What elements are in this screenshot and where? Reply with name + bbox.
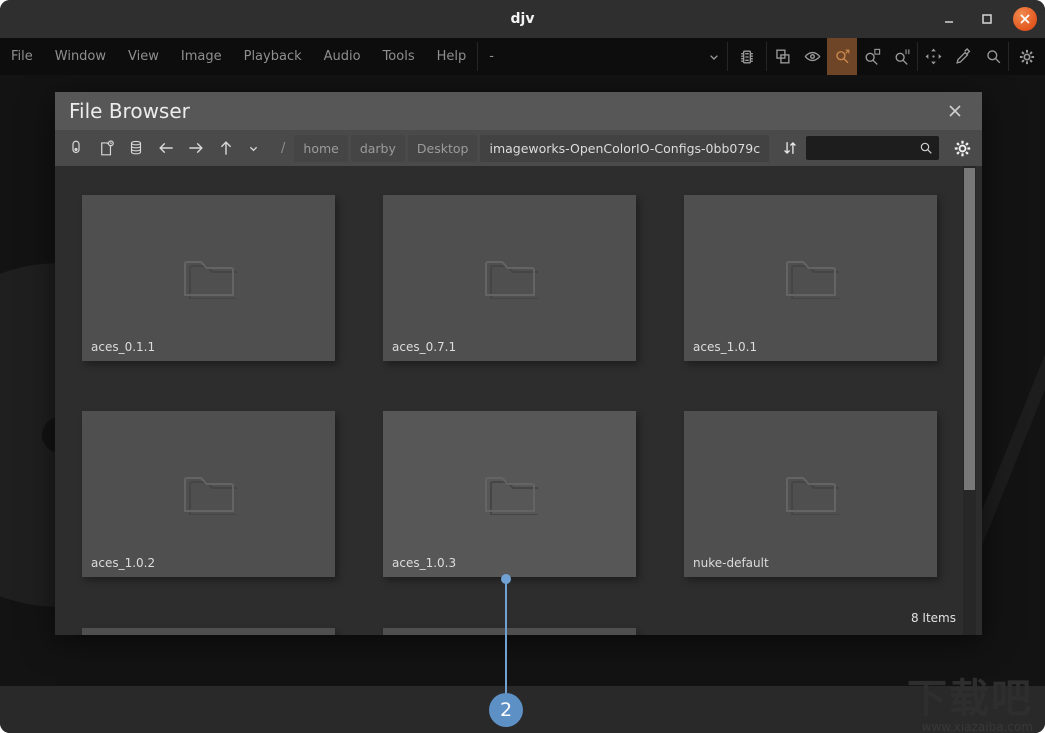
- back-arrow-icon[interactable]: [151, 133, 181, 163]
- dialog-title: File Browser: [69, 99, 190, 123]
- view-toolbar: [701, 38, 1045, 75]
- breadcrumb-current[interactable]: imageworks-OpenColorIO-Configs-0bb079c: [480, 134, 770, 162]
- folder-name: nuke-default: [693, 556, 769, 570]
- color-picker-icon[interactable]: [948, 38, 978, 75]
- window-title: djv: [510, 11, 535, 27]
- menu-item[interactable]: Tools: [372, 38, 426, 75]
- zoom-actual-icon[interactable]: [887, 38, 917, 75]
- folder-tile[interactable]: nuke-default: [684, 411, 937, 577]
- chevron-down-icon[interactable]: [241, 133, 265, 163]
- up-arrow-icon[interactable]: [211, 133, 241, 163]
- drives-icon[interactable]: [121, 133, 151, 163]
- scrollbar-track[interactable]: [963, 166, 976, 635]
- file-browser-dialog: File Browser / home darby Desktop imagew…: [55, 92, 982, 635]
- menu-item-extra[interactable]: -: [478, 38, 505, 75]
- search-container: [806, 136, 939, 160]
- annotation-line: [505, 580, 507, 694]
- folder-tile[interactable]: aces_1.0.1: [684, 195, 937, 361]
- recent-files-icon[interactable]: [91, 133, 121, 163]
- minimize-button[interactable]: [937, 7, 961, 31]
- breadcrumb: / home darby Desktop imageworks-OpenColo…: [275, 134, 770, 162]
- annotation-badge: 2: [489, 693, 523, 727]
- search-icon: [918, 140, 934, 160]
- folder-name: aces_1.0.1: [693, 340, 758, 354]
- scrollbar-thumb[interactable]: [964, 168, 975, 490]
- file-grid: aces_0.1.1 aces_0.7.1 aces_1.0.1 aces_1.…: [55, 166, 982, 635]
- image-controls-icon[interactable]: [728, 38, 766, 75]
- sort-arrows-icon[interactable]: [774, 133, 806, 163]
- menu-item[interactable]: Window: [44, 38, 117, 75]
- folder-tile[interactable]: aces_0.7.1: [383, 195, 636, 361]
- menu-item[interactable]: Image: [170, 38, 233, 75]
- close-button[interactable]: [1013, 7, 1037, 31]
- menu-items: File Window View Image Playback Audio To…: [0, 38, 477, 75]
- folder-icon: [482, 471, 540, 519]
- dialog-toolbar: / home darby Desktop imageworks-OpenColo…: [55, 130, 982, 166]
- folder-name: aces_0.1.1: [91, 340, 156, 354]
- folder-icon: [181, 471, 239, 519]
- window-controls: [937, 0, 1037, 38]
- menu-item[interactable]: Audio: [313, 38, 372, 75]
- breadcrumb-segment[interactable]: home: [294, 134, 348, 162]
- browser-settings-gear-icon[interactable]: [946, 133, 978, 163]
- shortcuts-pin-icon[interactable]: [61, 133, 91, 163]
- folder-icon: [482, 255, 540, 303]
- breadcrumb-segment[interactable]: Desktop: [407, 134, 478, 162]
- folder-tile[interactable]: [82, 628, 335, 635]
- folder-tile[interactable]: [383, 628, 636, 635]
- folder-icon: [783, 471, 841, 519]
- breadcrumb-root[interactable]: /: [275, 141, 291, 156]
- folder-name: aces_0.7.1: [392, 340, 457, 354]
- folder-name: aces_1.0.3: [392, 556, 457, 570]
- folder-tile[interactable]: aces_0.1.1: [82, 195, 335, 361]
- menu-item[interactable]: File: [0, 38, 44, 75]
- pan-arrows-icon[interactable]: [918, 38, 948, 75]
- folder-icon: [181, 255, 239, 303]
- breadcrumb-segment[interactable]: darby: [350, 134, 405, 162]
- layers-icon[interactable]: [767, 38, 797, 75]
- breadcrumb-segments: home darby Desktop: [294, 134, 478, 162]
- maximize-button[interactable]: [975, 7, 999, 31]
- menu-item[interactable]: Playback: [233, 38, 313, 75]
- item-count: 8 Items: [910, 611, 956, 625]
- zoom-frame-icon[interactable]: [857, 38, 887, 75]
- forward-arrow-icon[interactable]: [181, 133, 211, 163]
- visibility-eye-icon[interactable]: [797, 38, 827, 75]
- magnify-icon[interactable]: [978, 38, 1008, 75]
- chevron-down-icon[interactable]: [701, 38, 727, 75]
- dialog-header[interactable]: File Browser: [55, 92, 982, 130]
- djv-app-window: djv File Window View Image Playback Audi…: [0, 0, 1045, 733]
- folder-tile[interactable]: aces_1.0.3: [383, 411, 636, 577]
- image-viewport: File Browser / home darby Desktop imagew…: [0, 75, 1045, 686]
- settings-gear-icon[interactable]: [1009, 38, 1045, 75]
- titlebar: djv: [0, 0, 1045, 38]
- folder-tile[interactable]: aces_1.0.2: [82, 411, 335, 577]
- folder-icon: [783, 255, 841, 303]
- menu-item[interactable]: View: [117, 38, 170, 75]
- menubar: File Window View Image Playback Audio To…: [0, 38, 1045, 75]
- menu-item[interactable]: Help: [426, 38, 478, 75]
- folder-name: aces_1.0.2: [91, 556, 156, 570]
- dialog-close-icon[interactable]: [942, 98, 968, 124]
- zoom-fit-icon[interactable]: [827, 38, 857, 75]
